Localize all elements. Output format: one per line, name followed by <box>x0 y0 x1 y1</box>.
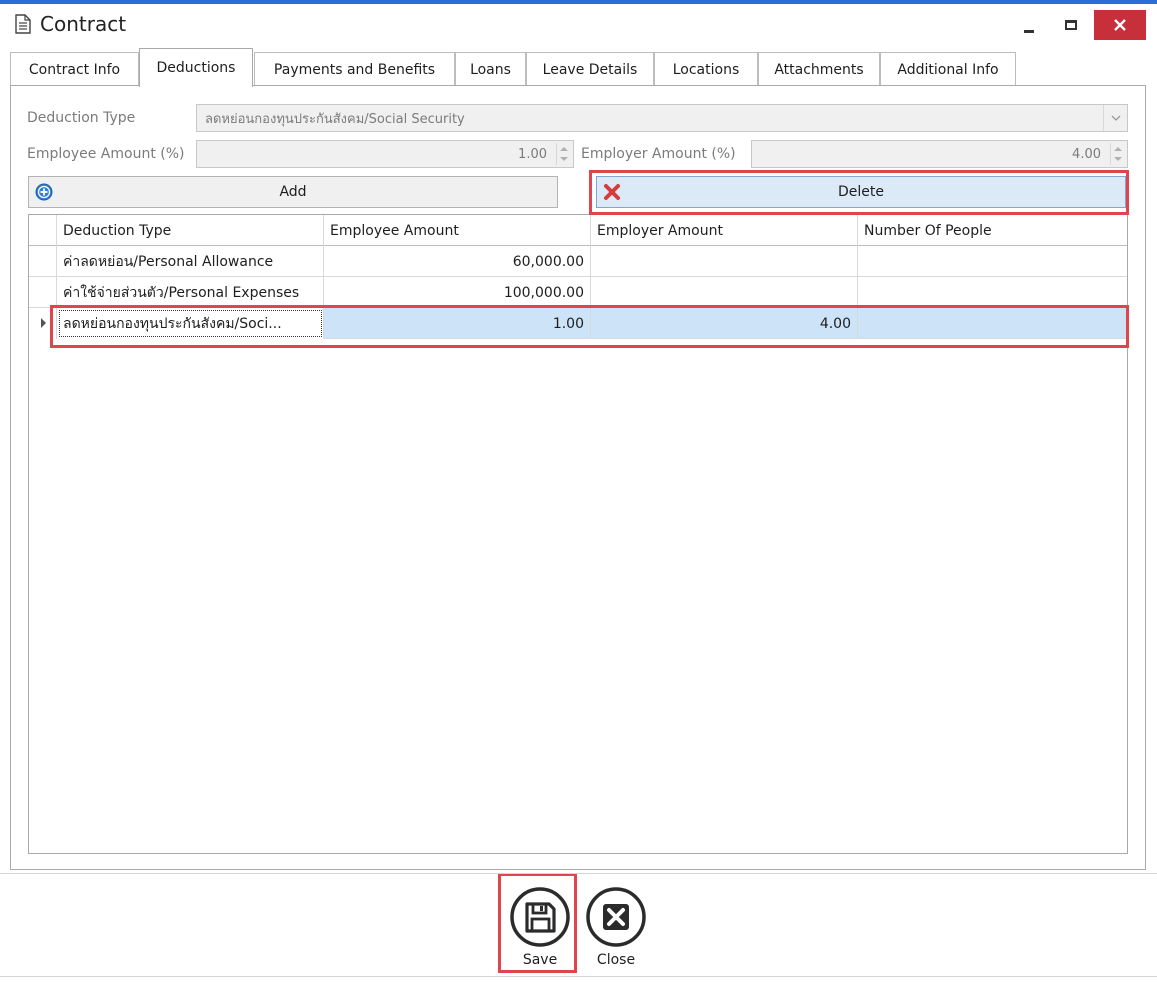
close-icon <box>1114 19 1126 31</box>
row-indicator-header <box>29 215 57 246</box>
tab-contract-info[interactable]: Contract Info <box>10 52 139 86</box>
cell-employee-amount[interactable]: 60,000.00 <box>324 246 591 277</box>
maximize-button[interactable] <box>1056 10 1086 40</box>
cell-employee-amount[interactable]: 1.00 <box>324 308 591 339</box>
cell-number-of-people[interactable] <box>858 277 1127 308</box>
footer-separator <box>0 873 1157 874</box>
employer-amount-label: Employer Amount (%) <box>581 146 736 162</box>
column-header-employer-amount[interactable]: Employer Amount <box>591 215 858 246</box>
deductions-grid[interactable]: Deduction Type Employee Amount Employer … <box>28 214 1128 854</box>
title-bar[interactable]: Contract <box>0 4 1157 46</box>
tab-deductions[interactable]: Deductions <box>139 48 253 87</box>
row-indicator[interactable] <box>29 246 57 277</box>
current-row-arrow-icon <box>41 318 46 328</box>
row-indicator[interactable] <box>29 308 57 339</box>
employee-amount-value: 1.00 <box>518 146 547 162</box>
tab-leave-details[interactable]: Leave Details <box>526 52 654 86</box>
cell-deduction-type[interactable]: ค่าใช้จ่ายส่วนตัว/Personal Expenses <box>57 277 324 308</box>
cell-employer-amount[interactable]: 4.00 <box>591 308 858 339</box>
cell-employer-amount[interactable] <box>591 246 858 277</box>
tab-strip: Contract Info Deductions Payments and Be… <box>10 48 1148 87</box>
employer-amount-spinner[interactable]: 4.00 <box>751 140 1128 168</box>
grid-header-row: Deduction Type Employee Amount Employer … <box>29 215 1127 246</box>
minimize-button[interactable] <box>1014 10 1044 40</box>
cell-employee-amount[interactable]: 100,000.00 <box>324 277 591 308</box>
spinner-arrows-icon[interactable] <box>556 143 570 165</box>
delete-button[interactable]: Delete <box>596 176 1126 208</box>
deduction-type-dropdown[interactable]: ลดหย่อนกองทุนประกันสังคม/Social Security <box>196 104 1128 132</box>
cell-deduction-type[interactable]: ลดหย่อนกองทุนประกันสังคม/Soci... <box>57 308 324 339</box>
employer-amount-value: 4.00 <box>1072 146 1101 162</box>
tab-additional-info[interactable]: Additional Info <box>880 52 1016 86</box>
tab-attachments[interactable]: Attachments <box>758 52 880 86</box>
row-indicator[interactable] <box>29 277 57 308</box>
deduction-type-value: ลดหย่อนกองทุนประกันสังคม/Social Security <box>205 111 465 127</box>
add-button-label: Add <box>279 184 307 200</box>
tab-locations[interactable]: Locations <box>654 52 758 86</box>
save-button[interactable]: Save <box>507 880 573 972</box>
cell-number-of-people[interactable] <box>858 246 1127 277</box>
table-row[interactable]: ค่าลดหย่อน/Personal Allowance 60,000.00 <box>29 246 1127 277</box>
tab-loans[interactable]: Loans <box>455 52 526 86</box>
minimize-icon <box>1024 29 1034 33</box>
chevron-down-icon[interactable] <box>1103 105 1127 131</box>
tab-payments-and-benefits[interactable]: Payments and Benefits <box>254 52 455 86</box>
cell-employer-amount[interactable] <box>591 277 858 308</box>
employee-amount-spinner[interactable]: 1.00 <box>196 140 574 168</box>
column-header-number-of-people[interactable]: Number Of People <box>858 215 1127 246</box>
deduction-type-label: Deduction Type <box>27 110 136 126</box>
close-button[interactable]: Close <box>583 880 649 972</box>
window-title: Contract <box>40 12 127 36</box>
delete-button-label: Delete <box>838 184 884 200</box>
add-circle-icon <box>35 183 53 201</box>
column-header-deduction-type[interactable]: Deduction Type <box>57 215 324 246</box>
employee-amount-label: Employee Amount (%) <box>27 146 185 162</box>
table-row-selected[interactable]: ลดหย่อนกองทุนประกันสังคม/Soci... 1.00 4.… <box>29 308 1127 339</box>
maximize-icon <box>1065 20 1077 30</box>
cell-deduction-type[interactable]: ค่าลดหย่อน/Personal Allowance <box>57 246 324 277</box>
close-window-button[interactable] <box>1094 10 1146 40</box>
add-button[interactable]: Add <box>28 176 558 208</box>
close-x-icon <box>586 887 646 947</box>
save-floppy-icon <box>510 887 570 947</box>
column-header-employee-amount[interactable]: Employee Amount <box>324 215 591 246</box>
table-row[interactable]: ค่าใช้จ่ายส่วนตัว/Personal Expenses 100,… <box>29 277 1127 308</box>
close-button-label: Close <box>596 952 636 968</box>
cell-number-of-people[interactable] <box>858 308 1127 339</box>
document-icon <box>15 14 31 34</box>
save-button-label: Save <box>522 952 558 968</box>
spinner-arrows-icon[interactable] <box>1110 143 1124 165</box>
delete-x-icon <box>604 184 620 200</box>
footer-bottom-border <box>0 976 1157 977</box>
